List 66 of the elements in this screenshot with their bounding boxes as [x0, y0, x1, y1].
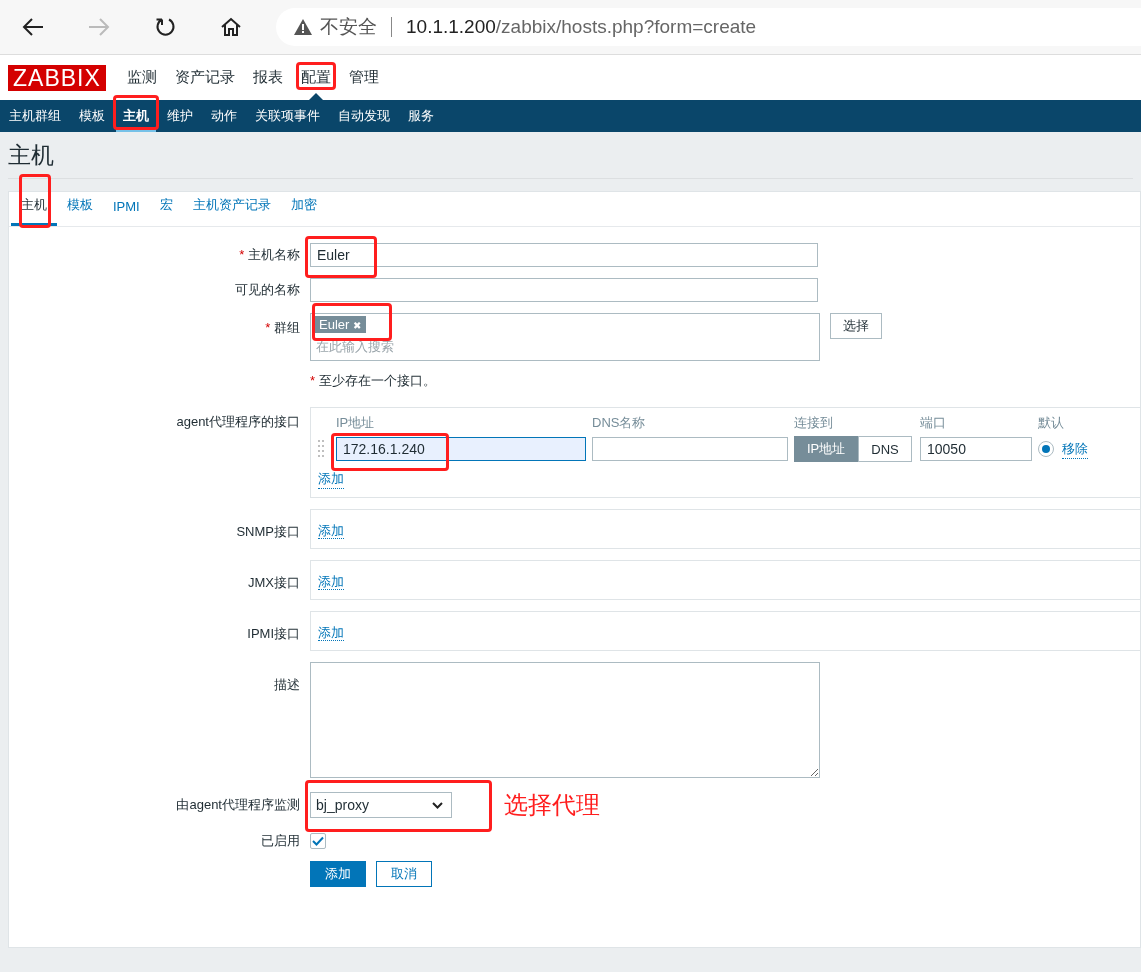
tab[interactable]: 加密: [280, 196, 327, 226]
search-field[interactable]: 在此输入搜索: [314, 336, 408, 357]
ip-address-field[interactable]: 172.16.1.240: [336, 437, 586, 461]
tab[interactable]: IPMI: [103, 199, 150, 226]
main-menu-item[interactable]: 监测: [121, 64, 162, 91]
dns-name-field[interactable]: [592, 437, 788, 461]
sub-menu-item[interactable]: 主机群组: [2, 100, 68, 132]
url-text: 10.1.1.200/zabbix/hosts.php?form=create: [406, 16, 757, 38]
interface-note: * 至少存在一个接口。: [310, 372, 436, 390]
enabled-checkbox[interactable]: [310, 833, 326, 849]
tab[interactable]: 模板: [57, 196, 103, 226]
field-label: 描述: [273, 676, 300, 694]
sub-menu-item[interactable]: 动作: [204, 100, 244, 132]
column-header: 默认: [1038, 414, 1065, 432]
main-menu-item[interactable]: 管理: [343, 64, 384, 91]
tab[interactable]: 宏: [149, 196, 183, 226]
field-label: SNMP接口: [235, 523, 300, 541]
host-name-field[interactable]: Euler: [310, 243, 818, 267]
main-menu-item[interactable]: 报表: [247, 64, 288, 91]
field-label: JMX接口: [247, 574, 300, 592]
sub-menu-item[interactable]: 服务: [401, 100, 441, 132]
drag-handle-icon[interactable]: [318, 439, 324, 459]
tab[interactable]: 主机资产记录: [182, 196, 281, 226]
remove-link[interactable]: 移除: [1062, 439, 1088, 459]
reload-icon[interactable]: [154, 16, 176, 38]
default-radio[interactable]: [1038, 441, 1054, 457]
annotation-note: 选择代理: [504, 790, 600, 820]
description-field[interactable]: [310, 662, 820, 778]
sub-menu-item[interactable]: 主机: [116, 100, 156, 132]
select-button[interactable]: 选择: [830, 313, 882, 339]
add-link[interactable]: 添加: [318, 470, 344, 489]
caret-icon: [432, 801, 443, 809]
column-header: 连接到: [794, 414, 834, 432]
field-label: agent代理程序的接口: [175, 413, 300, 431]
column-header: 端口: [920, 414, 947, 432]
proxy-select[interactable]: bj_proxy: [310, 792, 452, 818]
field-label: 由agent代理程序监测: [175, 796, 300, 814]
main-menu-item[interactable]: 配置: [295, 64, 336, 91]
field-label: * 主机名称: [238, 246, 300, 264]
back-icon[interactable]: [22, 17, 44, 37]
add-button[interactable]: 添加: [310, 861, 366, 887]
page-title: 主机: [8, 140, 54, 170]
sub-menu-item[interactable]: 自动发现: [331, 100, 397, 132]
cancel-button[interactable]: 取消: [376, 861, 432, 887]
connect-to-toggle[interactable]: DNS: [858, 436, 912, 462]
warning-icon: [294, 19, 312, 35]
add-link[interactable]: 添加: [318, 523, 344, 539]
add-link[interactable]: 添加: [318, 625, 344, 641]
tab[interactable]: 主机: [11, 196, 57, 226]
field-label: IPMI接口: [246, 625, 300, 643]
column-header: DNS名称: [592, 414, 647, 432]
visible-name-field[interactable]: [310, 278, 818, 302]
address-bar[interactable]: 不安全 10.1.1.200/zabbix/hosts.php?form=create: [276, 8, 1141, 46]
sub-menu-item[interactable]: 关联项事件: [248, 100, 327, 132]
field-label: * 群组: [264, 319, 300, 337]
security-label: 不安全: [320, 15, 377, 39]
zabbix-logo[interactable]: ZABBIX: [8, 64, 106, 91]
field-label: 已启用: [260, 832, 300, 850]
column-header: IP地址: [336, 414, 376, 432]
sub-menu-item[interactable]: 模板: [72, 100, 112, 132]
port-field[interactable]: 10050: [920, 437, 1032, 461]
home-icon[interactable]: [220, 16, 242, 38]
add-link[interactable]: 添加: [318, 574, 344, 590]
main-menu-item[interactable]: 资产记录: [169, 64, 240, 91]
field-label: 可见的名称: [234, 281, 300, 299]
sub-menu-item[interactable]: 维护: [160, 100, 200, 132]
